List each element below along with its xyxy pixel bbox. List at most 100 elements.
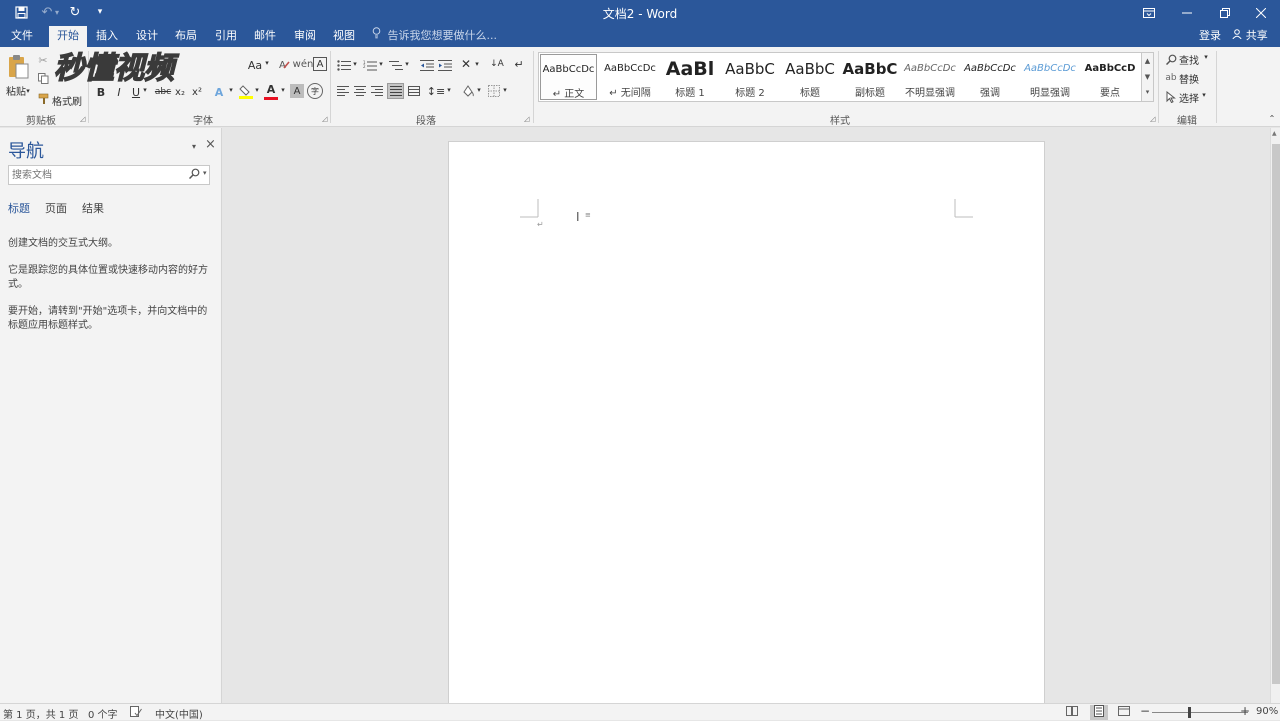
language-indicator[interactable]: 中文(中国) <box>155 706 203 721</box>
font-color-button[interactable]: A <box>264 82 278 96</box>
borders-dropdown-icon[interactable]: ▾ <box>502 86 508 94</box>
shading-icon[interactable] <box>460 83 476 99</box>
strikethrough-button[interactable]: abc <box>154 85 172 99</box>
nav-pane-close-icon[interactable]: × <box>205 137 216 152</box>
document-page[interactable]: ↵ I ≡ <box>448 141 1045 703</box>
decrease-indent-icon[interactable] <box>419 59 435 71</box>
tab-file[interactable]: 文件 <box>4 26 40 47</box>
borders-icon[interactable] <box>487 84 501 98</box>
style-title[interactable]: AaBbC 标题 <box>780 54 840 100</box>
highlight-dropdown-icon[interactable]: ▾ <box>254 86 260 94</box>
tab-references[interactable]: 引用 <box>208 26 244 47</box>
gallery-down-icon[interactable]: ▼ <box>1142 69 1153 85</box>
format-painter-label[interactable]: 格式刷 <box>52 93 82 108</box>
vertical-scrollbar[interactable]: ▲ <box>1270 128 1280 703</box>
text-effects-button[interactable]: A <box>212 84 226 100</box>
nav-tab-results[interactable]: 结果 <box>82 200 104 216</box>
zoom-in-button[interactable]: + <box>1240 704 1250 718</box>
justify-icon[interactable] <box>387 83 404 99</box>
enclose-characters-button[interactable]: 字 <box>307 83 323 99</box>
font-launcher-icon[interactable]: ◿ <box>322 115 327 123</box>
styles-launcher-icon[interactable]: ◿ <box>1150 115 1155 123</box>
gallery-up-icon[interactable]: ▲ <box>1142 53 1153 69</box>
tab-review[interactable]: 审阅 <box>287 26 323 47</box>
numbering-icon[interactable]: 12 <box>362 59 378 71</box>
clipboard-launcher-icon[interactable]: ◿ <box>80 115 85 123</box>
search-dropdown-icon[interactable]: ▾ <box>203 169 207 177</box>
proofing-icon[interactable] <box>130 706 142 720</box>
style-strong[interactable]: AaBbCcD 要点 <box>1080 54 1140 100</box>
zoom-out-button[interactable]: − <box>1140 704 1150 718</box>
tab-mailings[interactable]: 邮件 <box>247 26 283 47</box>
restore-button[interactable] <box>1206 0 1244 26</box>
nav-search-input[interactable] <box>9 166 179 184</box>
style-emphasis[interactable]: AaBbCcDc 强调 <box>960 54 1020 100</box>
asian-layout-dropdown-icon[interactable]: ▾ <box>474 60 480 68</box>
superscript-button[interactable]: x² <box>190 85 204 99</box>
bullets-dropdown-icon[interactable]: ▾ <box>352 60 358 68</box>
select-label[interactable]: 选择 <box>1179 90 1199 105</box>
italic-button[interactable]: I <box>113 85 125 99</box>
zoom-slider-thumb[interactable] <box>1188 707 1191 718</box>
zoom-level[interactable]: 90% <box>1256 706 1278 717</box>
subscript-button[interactable]: x₂ <box>173 85 187 99</box>
phonetic-guide-icon[interactable]: wén <box>293 57 314 71</box>
multilevel-list-icon[interactable] <box>388 59 404 71</box>
numbering-dropdown-icon[interactable]: ▾ <box>378 60 384 68</box>
grow-font-dropdown-icon[interactable]: ▾ <box>264 59 270 67</box>
find-label[interactable]: 查找 <box>1179 52 1199 67</box>
nav-tab-pages[interactable]: 页面 <box>45 200 67 216</box>
styles-gallery-scroll[interactable]: ▲ ▼ ▾ <box>1142 52 1154 102</box>
style-normal[interactable]: AaBbCcDc ↵ 正文 <box>540 54 597 100</box>
select-dropdown-icon[interactable]: ▾ <box>1201 91 1207 99</box>
paste-icon[interactable] <box>6 53 30 81</box>
paste-dropdown-icon[interactable]: ▾ <box>24 87 32 95</box>
bold-button[interactable]: B <box>95 85 107 99</box>
tab-design[interactable]: 设计 <box>129 26 165 47</box>
search-icon[interactable] <box>188 168 200 182</box>
asian-layout-icon[interactable]: ✕ <box>458 57 474 71</box>
clear-formatting-icon[interactable]: A <box>278 57 292 71</box>
replace-icon[interactable]: ab <box>1164 72 1178 84</box>
shading-dropdown-icon[interactable]: ▾ <box>476 86 482 94</box>
gallery-more-icon[interactable]: ▾ <box>1142 85 1153 101</box>
underline-button[interactable]: U <box>130 85 142 99</box>
ribbon-display-options-button[interactable] <box>1130 0 1168 26</box>
share-button[interactable]: 共享 <box>1228 26 1272 47</box>
collapse-ribbon-icon[interactable]: ⌃ <box>1266 113 1278 123</box>
page-count[interactable]: 第 1 页，共 1 页 <box>3 706 78 721</box>
distributed-icon[interactable] <box>407 85 421 97</box>
tab-home[interactable]: 开始 <box>49 26 87 47</box>
web-layout-icon[interactable] <box>1118 706 1130 719</box>
style-intense-emphasis[interactable]: AaBbCcDc 明显强调 <box>1020 54 1080 100</box>
multilevel-dropdown-icon[interactable]: ▾ <box>404 60 410 68</box>
style-subtitle[interactable]: AaBbC 副标题 <box>840 54 900 100</box>
sign-in-link[interactable]: 登录 <box>1196 26 1224 47</box>
font-color-dropdown-icon[interactable]: ▾ <box>280 86 286 94</box>
character-border-icon[interactable]: A <box>313 57 327 71</box>
style-heading-2[interactable]: AaBbC 标题 2 <box>720 54 780 100</box>
read-mode-icon[interactable] <box>1066 706 1078 719</box>
replace-label[interactable]: 替换 <box>1179 71 1199 86</box>
scroll-up-icon[interactable]: ▲ <box>1272 130 1277 137</box>
close-button[interactable] <box>1242 0 1280 26</box>
show-marks-icon[interactable]: ↵ <box>512 57 526 71</box>
style-no-spacing[interactable]: AaBbCcDc ↵ 无间隔 <box>600 54 660 100</box>
increase-indent-icon[interactable] <box>437 59 453 71</box>
text-effects-dropdown-icon[interactable]: ▾ <box>228 86 234 94</box>
nav-pane-options-icon[interactable]: ▾ <box>192 142 196 151</box>
bullets-icon[interactable] <box>336 59 352 71</box>
align-center-icon[interactable] <box>353 85 367 97</box>
format-painter-icon[interactable] <box>37 93 51 105</box>
line-spacing-dropdown-icon[interactable]: ▾ <box>446 86 452 94</box>
cut-icon[interactable]: ✂ <box>37 54 49 67</box>
scroll-thumb[interactable] <box>1272 144 1280 684</box>
zoom-slider-track[interactable] <box>1152 712 1248 713</box>
select-cursor-icon[interactable] <box>1164 91 1178 103</box>
grow-font-button[interactable]: Aa <box>246 58 264 72</box>
print-layout-icon[interactable] <box>1090 705 1108 720</box>
find-icon[interactable] <box>1164 53 1178 65</box>
tab-insert[interactable]: 插入 <box>89 26 125 47</box>
sort-icon[interactable]: ↓A <box>490 57 504 71</box>
align-right-icon[interactable] <box>370 85 384 97</box>
